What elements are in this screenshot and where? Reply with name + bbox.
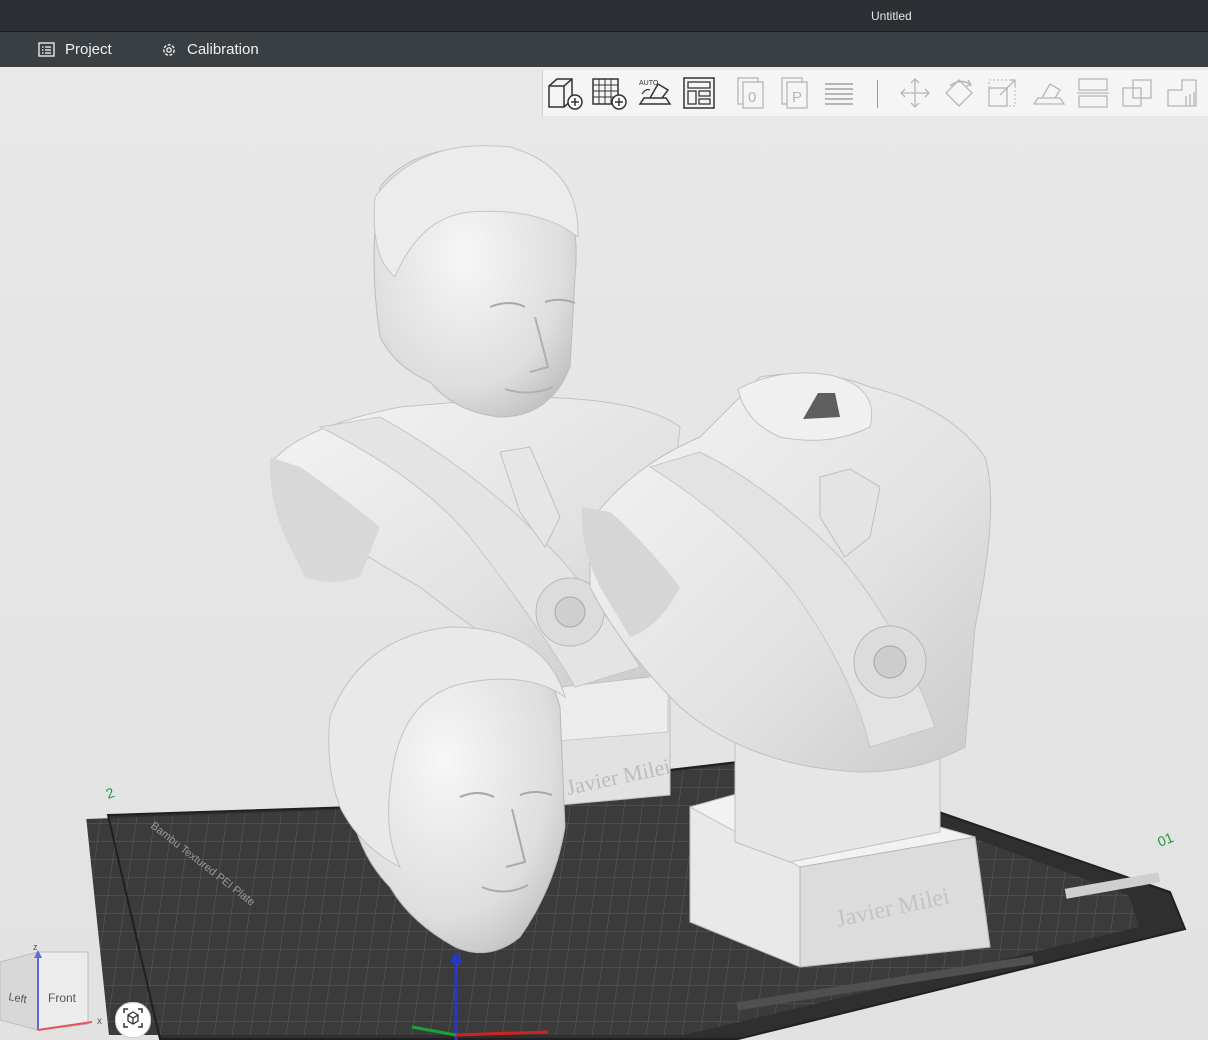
menu-calibration-label: Calibration: [187, 41, 259, 58]
fit-view-button[interactable]: [115, 1002, 151, 1038]
scale-icon: [984, 76, 1022, 110]
window-title: Untitled: [871, 9, 912, 23]
arrange-layout-icon: [680, 76, 718, 110]
plate-0-button[interactable]: 0: [731, 73, 771, 113]
nav-front-face-label[interactable]: Front: [48, 991, 77, 1005]
rotate-button[interactable]: [939, 73, 979, 113]
boolean-icon: [1119, 76, 1157, 110]
build-scene: 2 01 Bambu Textured PEI Plate Javier Mil…: [86, 145, 1187, 1040]
plate-copy-p-icon: P: [776, 76, 814, 110]
add-plate-button[interactable]: [589, 73, 629, 113]
move-button[interactable]: [895, 73, 935, 113]
nav-z-label: z: [33, 942, 38, 952]
add-cube-icon: [546, 76, 584, 110]
toolbar-separator: [877, 80, 878, 108]
svg-text:AUTO: AUTO: [639, 80, 659, 87]
lay-on-face-icon: [1030, 76, 1068, 110]
view-navigation-cube[interactable]: z x Left Front: [0, 942, 110, 1037]
layers-button[interactable]: [819, 73, 859, 113]
fit-view-cube-icon: [122, 1007, 144, 1034]
nav-x-label: x: [97, 1016, 102, 1027]
move-arrows-icon: [896, 76, 934, 110]
plate-number-left: 2: [104, 784, 117, 802]
plate-p-button[interactable]: P: [775, 73, 815, 113]
boolean-button[interactable]: [1118, 73, 1158, 113]
arrange-button[interactable]: [679, 73, 719, 113]
cut-icon: [1074, 76, 1112, 110]
layers-icon: [820, 76, 858, 110]
object-toolbar: AUTO 0 P: [542, 70, 1208, 116]
cut-button[interactable]: [1073, 73, 1113, 113]
auto-orient-icon: AUTO: [636, 76, 674, 110]
lay-on-face-button[interactable]: [1029, 73, 1069, 113]
add-object-button[interactable]: [545, 73, 585, 113]
3d-viewport[interactable]: 2 01 Bambu Textured PEI Plate Javier Mil…: [0, 67, 1208, 1040]
menu-project-label: Project: [65, 41, 112, 58]
add-plate-grid-icon: [590, 76, 628, 110]
title-bar: Untitled: [0, 0, 1208, 32]
rotate-icon: [940, 76, 978, 110]
plate-copy-0-icon: 0: [732, 76, 770, 110]
svg-text:0: 0: [748, 89, 756, 106]
menu-bar: Project Calibration: [0, 32, 1208, 67]
menu-calibration[interactable]: Calibration: [161, 32, 259, 67]
support-paint-button[interactable]: [1163, 73, 1203, 113]
auto-orient-button[interactable]: AUTO: [635, 73, 675, 113]
project-icon: [38, 42, 55, 57]
menu-project[interactable]: Project: [38, 32, 112, 67]
calibration-gear-icon: [161, 42, 177, 58]
svg-text:P: P: [792, 89, 802, 106]
support-paint-icon: [1164, 76, 1202, 110]
scale-button[interactable]: [983, 73, 1023, 113]
plate-number-right: 01: [1155, 829, 1176, 850]
